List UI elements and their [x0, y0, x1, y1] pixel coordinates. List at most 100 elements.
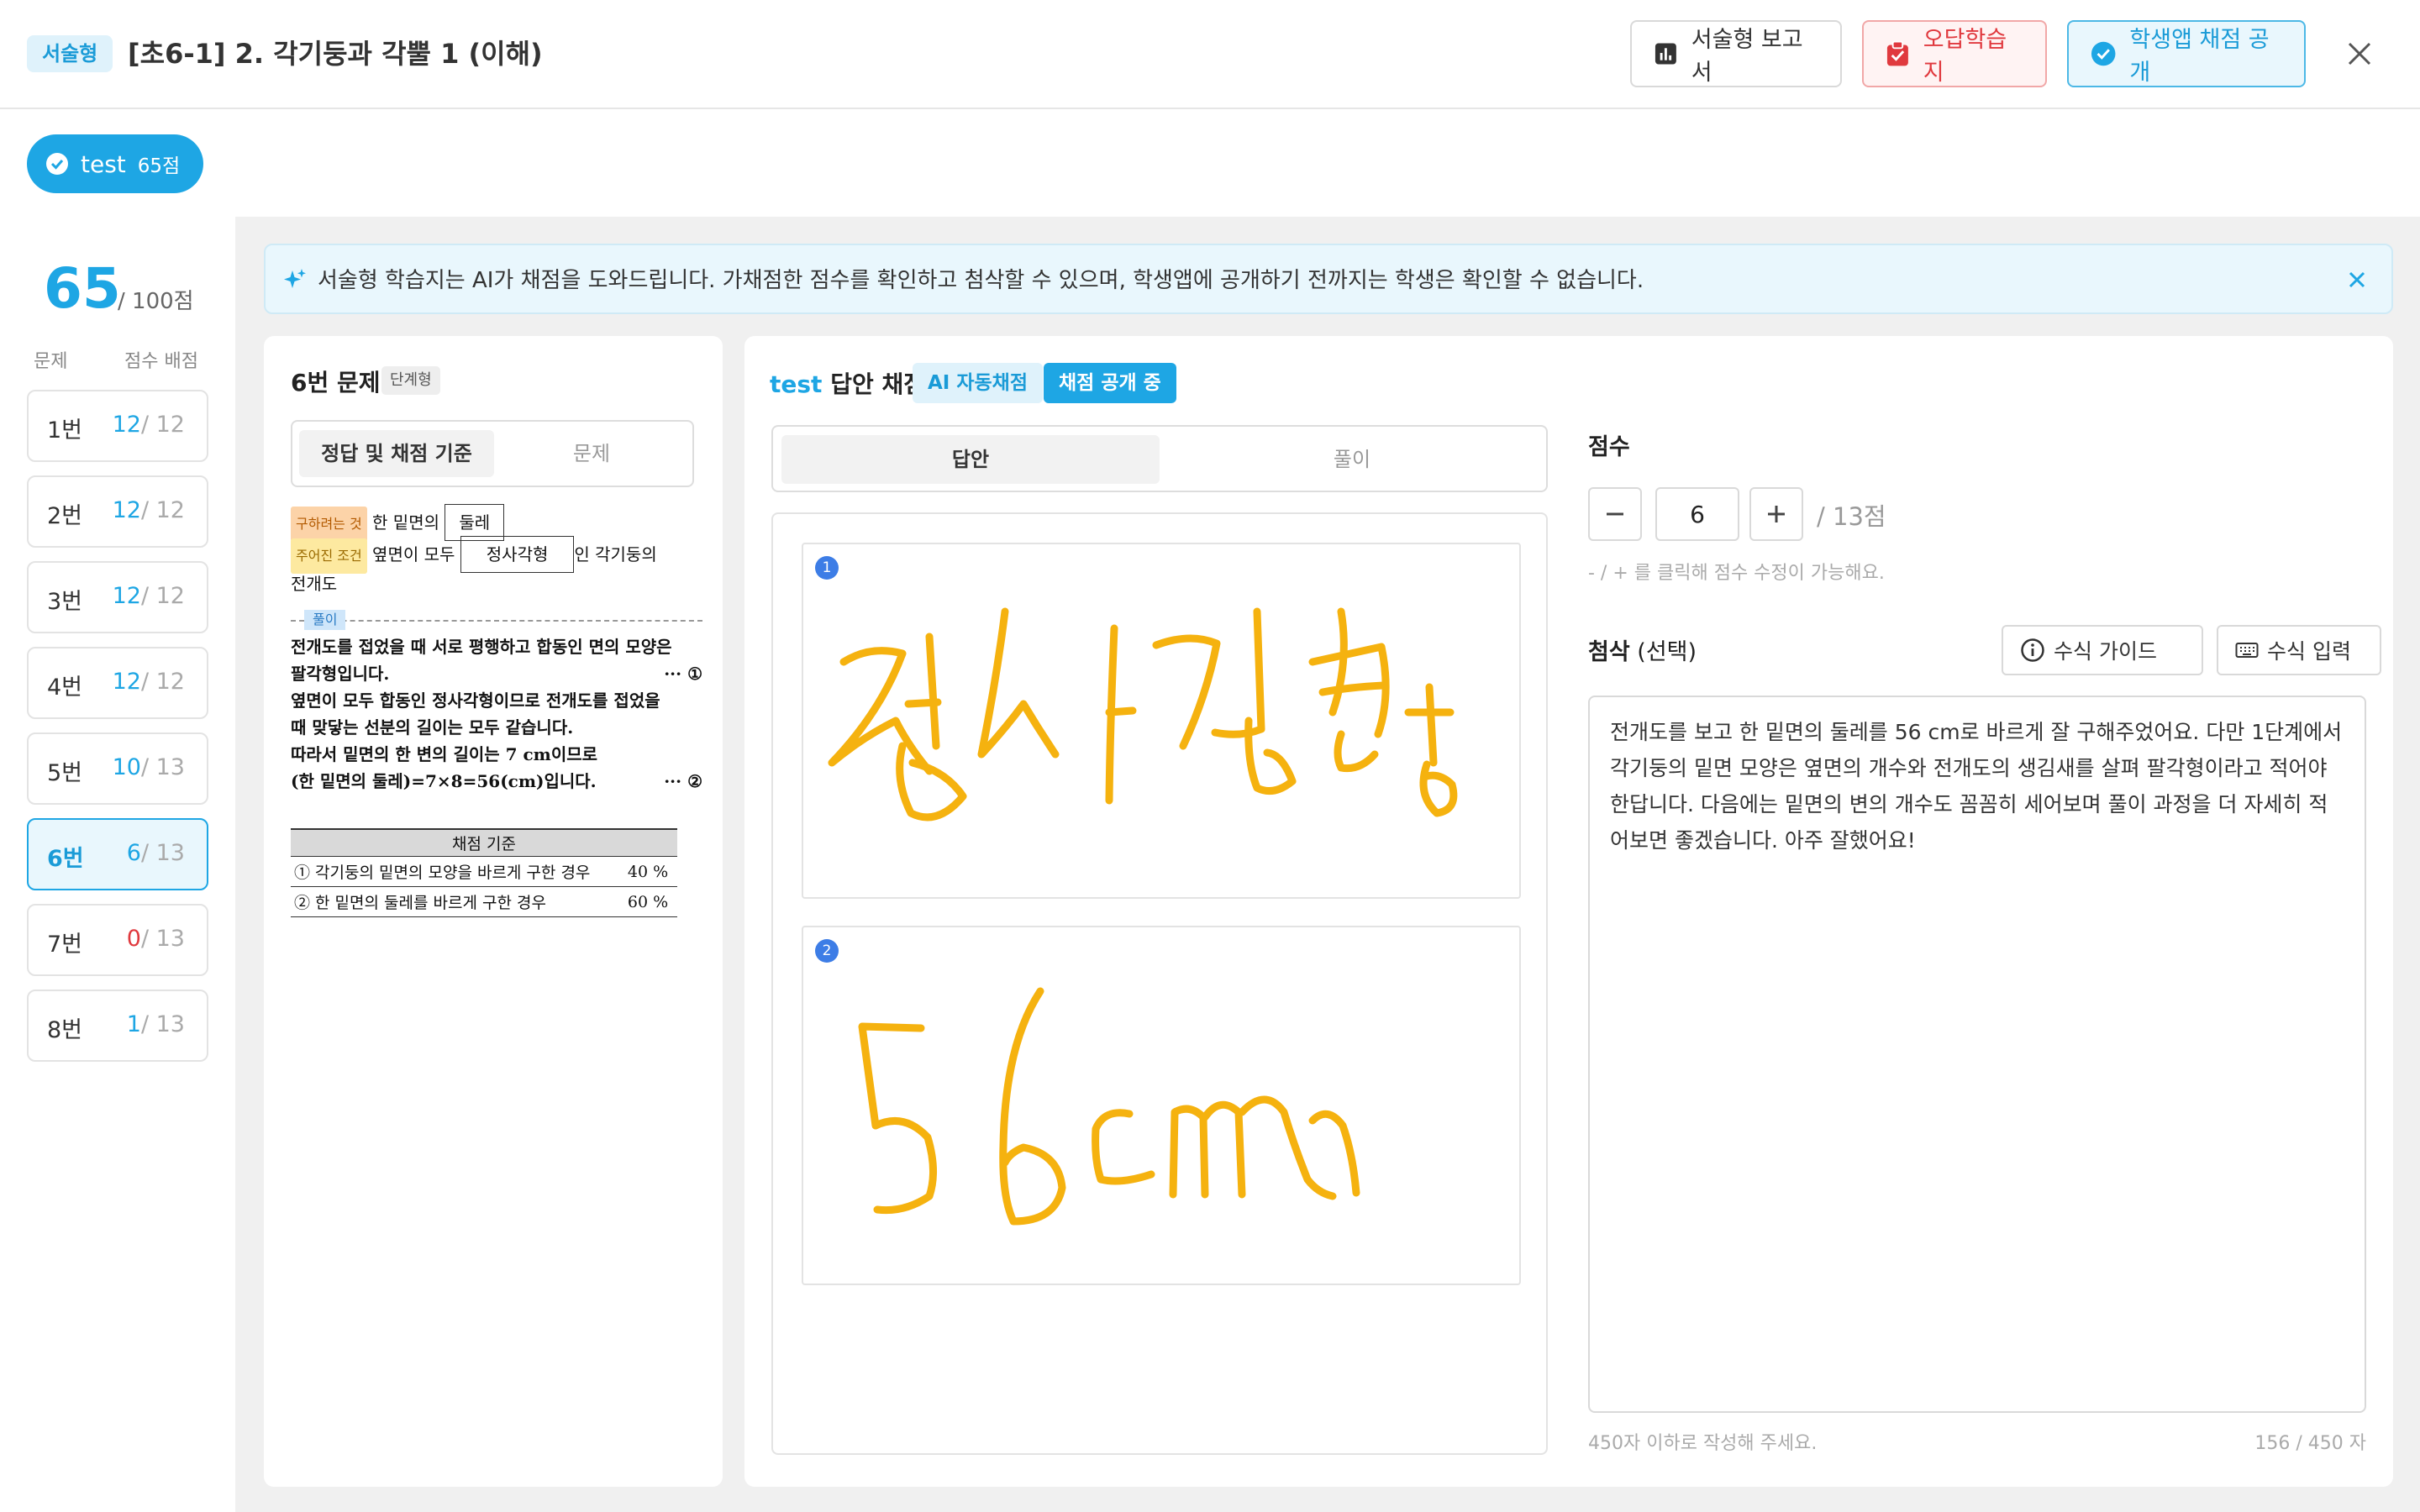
check-circle-icon [2091, 41, 2116, 66]
tab-solution[interactable]: 풀이 [1163, 435, 1541, 484]
question-score: 6/ 13 [126, 840, 185, 866]
info-icon [2021, 638, 2044, 662]
publish-grading-button[interactable]: 학생앱 채점 공개 [2067, 20, 2306, 87]
formula-guide-button[interactable]: 수식 가이드 [2002, 625, 2203, 675]
comment-textarea[interactable]: 전개도를 보고 한 밑면의 둘레를 56 cm로 바르게 잘 구해주었어요. 다… [1588, 696, 2366, 1413]
answer-area: 1 2 [771, 512, 1548, 1455]
question-item-2[interactable]: 2번 12/ 12 [27, 475, 208, 548]
problem-tabs: 정답 및 채점 기준 문제 [291, 420, 694, 487]
question-score: 0/ 13 [126, 926, 185, 952]
score-increment-button[interactable] [1749, 487, 1803, 541]
question-item-1[interactable]: 1번 12/ 12 [27, 390, 208, 462]
keyboard-icon [2235, 643, 2259, 658]
question-name: 6번 [47, 846, 84, 872]
question-name: 7번 [47, 932, 83, 958]
top-header: 서술형 [초6-1] 2. 각기둥과 각뿔 1 (이해) 서술형 보고서 오답학… [0, 0, 2420, 109]
solution-line: 전개도를 접었을 때 서로 평행하고 합동인 면의 모양은 [291, 637, 672, 657]
table-row: ② 한 밑면의 둘레를 바르게 구한 경우 60 % [291, 886, 677, 917]
comment-label: 첨삭 (선택) [1588, 639, 1697, 665]
question-item-7[interactable]: 7번 0/ 13 [27, 904, 208, 976]
find-line: 구하려는 것 한 밑면의 둘레 [291, 504, 702, 542]
check-circle-icon [46, 153, 68, 175]
problem-panel: 6번 문제 단계형 정답 및 채점 기준 문제 구하려는 것 한 밑면의 둘레 … [264, 336, 723, 1487]
solution-line: 옆면이 모두 합동인 정사각형이므로 전개도를 접었을 [291, 690, 660, 711]
score-max: / 13점 [1817, 502, 1886, 531]
question-item-5[interactable]: 5번 10/ 13 [27, 732, 208, 805]
formula-input-label: 수식 입력 [2267, 639, 2351, 664]
publish-grading-label: 학생앱 채점 공개 [2129, 27, 2270, 86]
question-name: 1번 [47, 417, 83, 444]
question-type-badge: 서술형 [27, 35, 113, 72]
column-header-score: 점수 배점 [124, 351, 198, 372]
student-name: test [81, 150, 126, 178]
published-status-tag: 채점 공개 중 [1044, 363, 1176, 403]
question-name: 8번 [47, 1017, 83, 1043]
close-icon[interactable] [2341, 35, 2378, 72]
score-label: 점수 [1588, 434, 1630, 460]
solution-line: (한 밑면의 둘레)=7×8=56(cm)입니다. [291, 771, 597, 791]
answer-number-badge: 1 [815, 556, 839, 580]
handwriting-answer-1: 1 [802, 543, 1521, 899]
handwriting-56cm [858, 987, 1360, 1226]
question-item-3[interactable]: 3번 12/ 12 [27, 561, 208, 633]
essay-report-button[interactable]: 서술형 보고서 [1630, 20, 1842, 87]
question-name: 3번 [47, 589, 83, 615]
comment-char-count: 156 / 450 자 [2254, 1433, 2366, 1454]
question-score: 12/ 12 [112, 497, 185, 523]
criteria-header: 채점 기준 [291, 828, 677, 857]
solution-line: 따라서 밑면의 한 변의 길이는 7 cm이므로 [291, 744, 598, 764]
handwriting-jeongsagakhyeong [828, 607, 1458, 822]
total-max: / 100점 [118, 289, 194, 314]
wrong-answer-sheet-label: 오답학습지 [1923, 27, 2007, 86]
formula-input-button[interactable]: 수식 입력 [2217, 625, 2381, 675]
student-score: 65점 [137, 155, 181, 177]
tab-problem[interactable]: 문제 [494, 430, 689, 477]
answer-criteria-content: 구하려는 것 한 밑면의 둘레 주어진 조건 옆면이 모두 정사각형 인 각기둥의… [291, 504, 702, 917]
banner-text: 서술형 학습지는 AI가 채점을 도와드립니다. 가채점한 점수를 확인하고 첨… [318, 268, 1644, 293]
solution-line: 팔각형입니다. [291, 664, 390, 684]
handwriting-answer-2: 2 [802, 926, 1521, 1285]
grading-criteria-table: 채점 기준 ① 각기둥의 밑면의 모양을 바르게 구한 경우 40 % ② 한 … [291, 828, 677, 917]
essay-report-label: 서술형 보고서 [1691, 27, 1803, 86]
solution-mark: ··· ① [664, 664, 702, 684]
question-score: 12/ 12 [112, 412, 185, 438]
comment-length-hint: 450자 이하로 작성해 주세요. [1588, 1433, 1818, 1454]
total-score: 65 [44, 256, 121, 321]
score-sidebar: 65 / 100점 문제 점수 배점 1번 12/ 12 2번 12/ 12 3… [0, 217, 235, 1512]
student-chip[interactable]: test 65점 [27, 134, 204, 193]
problem-type-badge: 단계형 [381, 366, 440, 395]
tab-answer-criteria[interactable]: 정답 및 채점 기준 [299, 430, 494, 477]
answer-tabs: 답안 풀이 [771, 425, 1548, 492]
solution-mark: ··· ② [664, 771, 702, 791]
tab-answer[interactable]: 답안 [781, 435, 1160, 484]
question-score: 1/ 13 [126, 1011, 185, 1037]
condition-line: 주어진 조건 옆면이 모두 정사각형 인 각기둥의 [291, 536, 702, 574]
score-hint: - / + 를 클릭해 점수 수정이 가능해요. [1588, 563, 1885, 584]
question-score: 10/ 13 [112, 754, 185, 780]
score-decrement-button[interactable] [1588, 487, 1642, 541]
minus-icon [1607, 512, 1623, 516]
wrong-answer-sheet-button[interactable]: 오답학습지 [1862, 20, 2047, 87]
question-item-6[interactable]: 6번 6/ 13 [27, 818, 208, 890]
grading-panel: test 답안 채점 AI 자동채점 채점 공개 중 답안 풀이 1 2 점수 … [744, 336, 2393, 1487]
score-input[interactable] [1655, 487, 1739, 541]
question-score: 12/ 12 [112, 669, 185, 695]
column-header-question: 문제 [34, 351, 68, 372]
clipboard-check-icon [1886, 40, 1908, 66]
problem-title: 6번 문제 [291, 369, 381, 396]
condition-answer-box: 정사각형 [460, 536, 575, 573]
question-name: 5번 [47, 760, 83, 786]
solution-tag: 풀이 [304, 610, 346, 630]
close-icon[interactable] [2343, 265, 2371, 294]
solution-box: 풀이 전개도를 접었을 때 서로 평행하고 합동인 면의 모양은 팔각형입니다.… [291, 610, 702, 795]
page-title: [초6-1] 2. 각기둥과 각뿔 1 (이해) [128, 38, 543, 70]
answer-number-badge: 2 [815, 939, 839, 963]
question-item-4[interactable]: 4번 12/ 12 [27, 647, 208, 719]
question-score: 12/ 12 [112, 583, 185, 609]
bar-chart-icon [1655, 43, 1676, 65]
question-item-8[interactable]: 8번 1/ 13 [27, 990, 208, 1062]
ai-info-banner: 서술형 학습지는 AI가 채점을 도와드립니다. 가채점한 점수를 확인하고 첨… [264, 244, 2393, 314]
sparkle-icon [284, 269, 306, 288]
question-name: 2번 [47, 503, 83, 529]
ai-auto-grade-tag: AI 자동채점 [913, 363, 1044, 403]
